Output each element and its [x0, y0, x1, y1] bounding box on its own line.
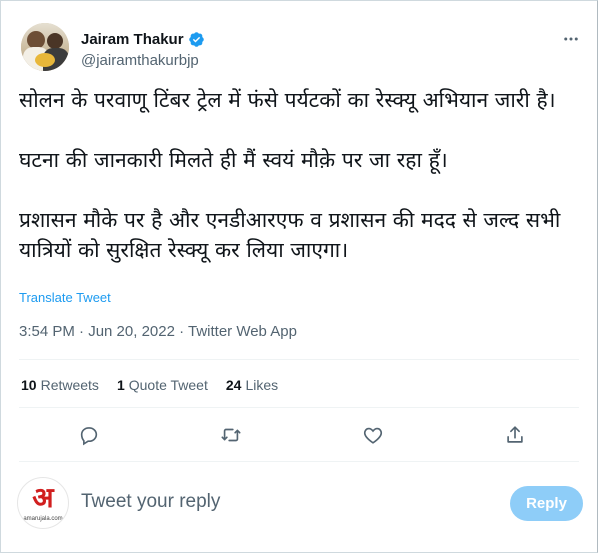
quotes-stat[interactable]: 1 Quote Tweet	[117, 377, 208, 393]
author-name[interactable]: Jairam Thakur	[81, 31, 184, 48]
tweet-card: Jairam Thakur @jairamthakurbjp सोलन के प…	[0, 0, 598, 553]
reply-input[interactable]: Tweet your reply	[81, 491, 220, 513]
divider	[19, 407, 579, 408]
divider	[19, 359, 579, 360]
author-name-row: Jairam Thakur	[81, 31, 205, 48]
reply-button[interactable]: Reply	[510, 486, 583, 521]
translate-tweet-link[interactable]: Translate Tweet	[19, 290, 111, 305]
retweet-icon[interactable]	[217, 421, 245, 449]
reply-user-avatar: अ amarujala.com	[17, 477, 69, 529]
author-handle[interactable]: @jairamthakurbjp	[81, 52, 199, 69]
verified-badge-icon	[188, 32, 204, 47]
likes-count: 24	[225, 377, 242, 393]
avatar-logo-text: अ	[32, 481, 54, 514]
tweet-paragraph: घटना की जानकारी मिलते ही मैं स्वयं मौक़े…	[19, 148, 448, 172]
avatar-caption: amarujala.com	[23, 516, 63, 522]
retweets-stat[interactable]: 10 Retweets	[21, 377, 99, 393]
tweet-paragraph: प्रशासन मौके पर है और एनडीआरएफ व प्रशासन…	[19, 208, 561, 262]
reply-icon[interactable]	[75, 421, 103, 449]
quotes-count: 1	[116, 377, 125, 393]
tweet-text: सोलन के परवाणू टिंबर ट्रेल में फंसे पर्य…	[19, 85, 579, 265]
tweet-actions-bar	[1, 421, 597, 449]
author-avatar[interactable]	[21, 23, 69, 71]
retweets-count: 10	[21, 377, 37, 393]
share-icon[interactable]	[501, 421, 529, 449]
retweets-label: Retweets	[40, 377, 99, 393]
tweet-paragraph: सोलन के परवाणू टिंबर ट्रेल में फंसे पर्य…	[19, 88, 556, 112]
more-options-icon[interactable]	[559, 27, 583, 51]
likes-stat[interactable]: 24 Likes	[226, 377, 278, 393]
likes-label: Likes	[245, 377, 279, 393]
tweet-timestamp[interactable]: 3:54 PM · Jun 20, 2022 · Twitter Web App	[19, 323, 297, 340]
divider	[19, 461, 579, 462]
quotes-label: Quote Tweet	[128, 377, 208, 393]
engagement-stats: 10 Retweets 1 Quote Tweet 24 Likes	[21, 377, 278, 393]
like-icon[interactable]	[359, 421, 387, 449]
